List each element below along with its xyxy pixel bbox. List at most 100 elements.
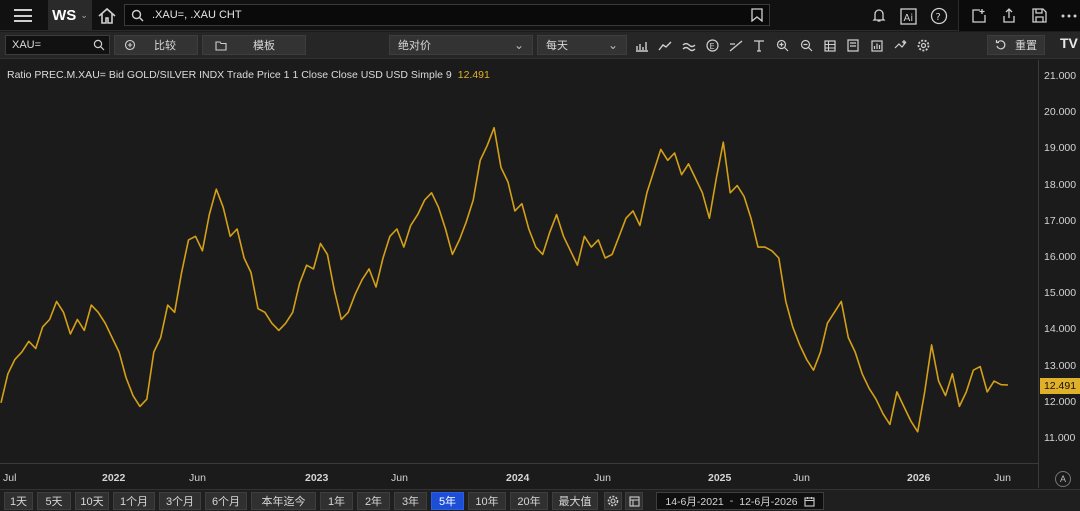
- x-tick-label: Jun: [994, 472, 1011, 484]
- date-range-picker[interactable]: 14-6月-2021 - 12-6月-2026: [656, 492, 824, 510]
- y-axis[interactable]: [1038, 60, 1080, 488]
- search-box[interactable]: [124, 4, 770, 26]
- range-button[interactable]: 最大值: [552, 492, 598, 510]
- interval-select[interactable]: 每天 ⌄: [537, 35, 627, 55]
- x-tick-label: Jul: [3, 472, 17, 484]
- events-icon[interactable]: E: [701, 32, 725, 59]
- zoom-in-icon[interactable]: [771, 32, 795, 59]
- chart-area[interactable]: [0, 60, 1080, 488]
- settings-icon[interactable]: [912, 32, 936, 59]
- series-line: [0, 126, 1009, 433]
- date-to: 12-6月-2026: [739, 495, 798, 508]
- line-chart-icon[interactable]: [654, 32, 678, 59]
- settings-icon[interactable]: [604, 492, 622, 510]
- legend-text: Ratio PREC.M.XAU= Bid GOLD/SILVER INDX T…: [7, 69, 452, 81]
- reset-button[interactable]: 重置: [987, 35, 1045, 55]
- search-input[interactable]: [152, 9, 742, 21]
- hamburger-icon: [14, 9, 32, 22]
- app-switcher[interactable]: WS ⌄: [48, 0, 92, 31]
- x-tick-label: 2022: [102, 472, 126, 484]
- calendar-grid-icon[interactable]: [625, 492, 643, 510]
- calendar-icon: [804, 496, 815, 507]
- y-tick-label: 11.000: [1044, 432, 1076, 444]
- search-icon: [131, 9, 144, 21]
- price-chart[interactable]: [0, 60, 1038, 463]
- range-button[interactable]: 10天: [75, 492, 109, 510]
- y-tick-label: 12.000: [1044, 395, 1077, 408]
- x-tick-label: Jun: [391, 472, 408, 484]
- range-button[interactable]: 5天: [37, 492, 71, 510]
- y-tick-label: 19.000: [1044, 142, 1077, 155]
- x-tick-label: 2023: [305, 472, 329, 484]
- compare-button[interactable]: 比较: [114, 35, 198, 55]
- home-icon[interactable]: [96, 5, 118, 27]
- template-button[interactable]: 模板: [202, 35, 306, 55]
- interval-value: 每天: [546, 40, 568, 52]
- x-tick-label: 2025: [708, 472, 732, 484]
- y-tick-label: 18.000: [1044, 178, 1077, 191]
- menu-button[interactable]: [0, 0, 46, 31]
- x-tick-label: 2024: [506, 472, 530, 484]
- y-tick-label: 21.000: [1044, 70, 1077, 82]
- template-label: 模板: [253, 40, 275, 52]
- range-button[interactable]: 本年迄今: [251, 492, 316, 510]
- range-button[interactable]: 3年: [394, 492, 427, 510]
- top-bar: WS ⌄ Ai ?: [0, 0, 1080, 31]
- share-icon[interactable]: [994, 0, 1024, 31]
- search-icon[interactable]: [93, 39, 105, 51]
- range-button[interactable]: 1天: [4, 492, 33, 510]
- chevron-down-icon: ⌄: [607, 38, 618, 52]
- y-tick-label: 15.000: [1044, 287, 1077, 300]
- chart-tools: E: [630, 32, 936, 59]
- x-tick-label: Jun: [793, 472, 810, 484]
- price-type-select[interactable]: 绝对价 ⌄: [389, 35, 533, 55]
- y-tick-label: 17.000: [1044, 214, 1077, 227]
- price-type-value: 绝对价: [398, 40, 431, 52]
- range-button[interactable]: 1个月: [113, 492, 155, 510]
- range-bar: 1天 5天 10天 1个月 3个月 6个月 本年迄今 1年 2年 3年 5年 10年 20年 最大值 14…: [0, 489, 1080, 511]
- chart-legend: Ratio PREC.M.XAU= Bid GOLD/SILVER INDX T…: [7, 69, 490, 81]
- range-button[interactable]: 5年: [431, 492, 464, 510]
- bell-icon[interactable]: [864, 0, 894, 31]
- x-tick-label: 2026: [907, 472, 931, 484]
- bar-chart-icon[interactable]: [630, 32, 654, 59]
- svg-text:Ai: Ai: [904, 13, 914, 24]
- svg-text:?: ?: [936, 12, 941, 23]
- range-button[interactable]: 6个月: [205, 492, 247, 510]
- legend-value: 12.491: [457, 69, 490, 81]
- text-tool-icon[interactable]: [748, 32, 772, 59]
- date-from: 14-6月-2021: [665, 495, 724, 508]
- zoom-out-icon[interactable]: [795, 32, 819, 59]
- stats-icon[interactable]: [865, 32, 889, 59]
- plus-circle-icon: [124, 39, 136, 51]
- draw-line-icon[interactable]: [724, 32, 748, 59]
- auto-scale-button[interactable]: A: [1055, 471, 1071, 487]
- note-icon[interactable]: [842, 32, 866, 59]
- more-icon[interactable]: [1054, 0, 1080, 31]
- save-icon[interactable]: [1024, 0, 1054, 31]
- x-tick-label: Jun: [594, 472, 611, 484]
- indicator-icon[interactable]: [677, 32, 701, 59]
- help-icon[interactable]: ?: [924, 0, 954, 31]
- tradingview-logo: TV: [1060, 35, 1078, 51]
- range-button[interactable]: 2年: [357, 492, 390, 510]
- folder-icon: [215, 40, 227, 51]
- range-button[interactable]: 20年: [510, 492, 548, 510]
- y-tick-label: 13.000: [1044, 359, 1077, 372]
- range-button[interactable]: 3个月: [159, 492, 201, 510]
- crosshair-icon[interactable]: [889, 32, 913, 59]
- ai-icon[interactable]: Ai: [894, 0, 924, 31]
- y-tick-label: 20.000: [1044, 106, 1077, 119]
- bookmark-icon[interactable]: [751, 8, 763, 22]
- x-tick-label: Jun: [189, 472, 206, 484]
- y-tick-label: 16.000: [1044, 251, 1077, 263]
- undo-icon: [995, 40, 1006, 50]
- range-button[interactable]: 10年: [468, 492, 506, 510]
- ric-input-box[interactable]: [5, 35, 110, 55]
- reset-label: 重置: [1015, 40, 1037, 52]
- ric-input[interactable]: [6, 39, 91, 51]
- new-window-icon[interactable]: [964, 0, 994, 31]
- chevron-down-icon: ⌄: [80, 10, 88, 20]
- range-button[interactable]: 1年: [320, 492, 353, 510]
- table-icon[interactable]: [818, 32, 842, 59]
